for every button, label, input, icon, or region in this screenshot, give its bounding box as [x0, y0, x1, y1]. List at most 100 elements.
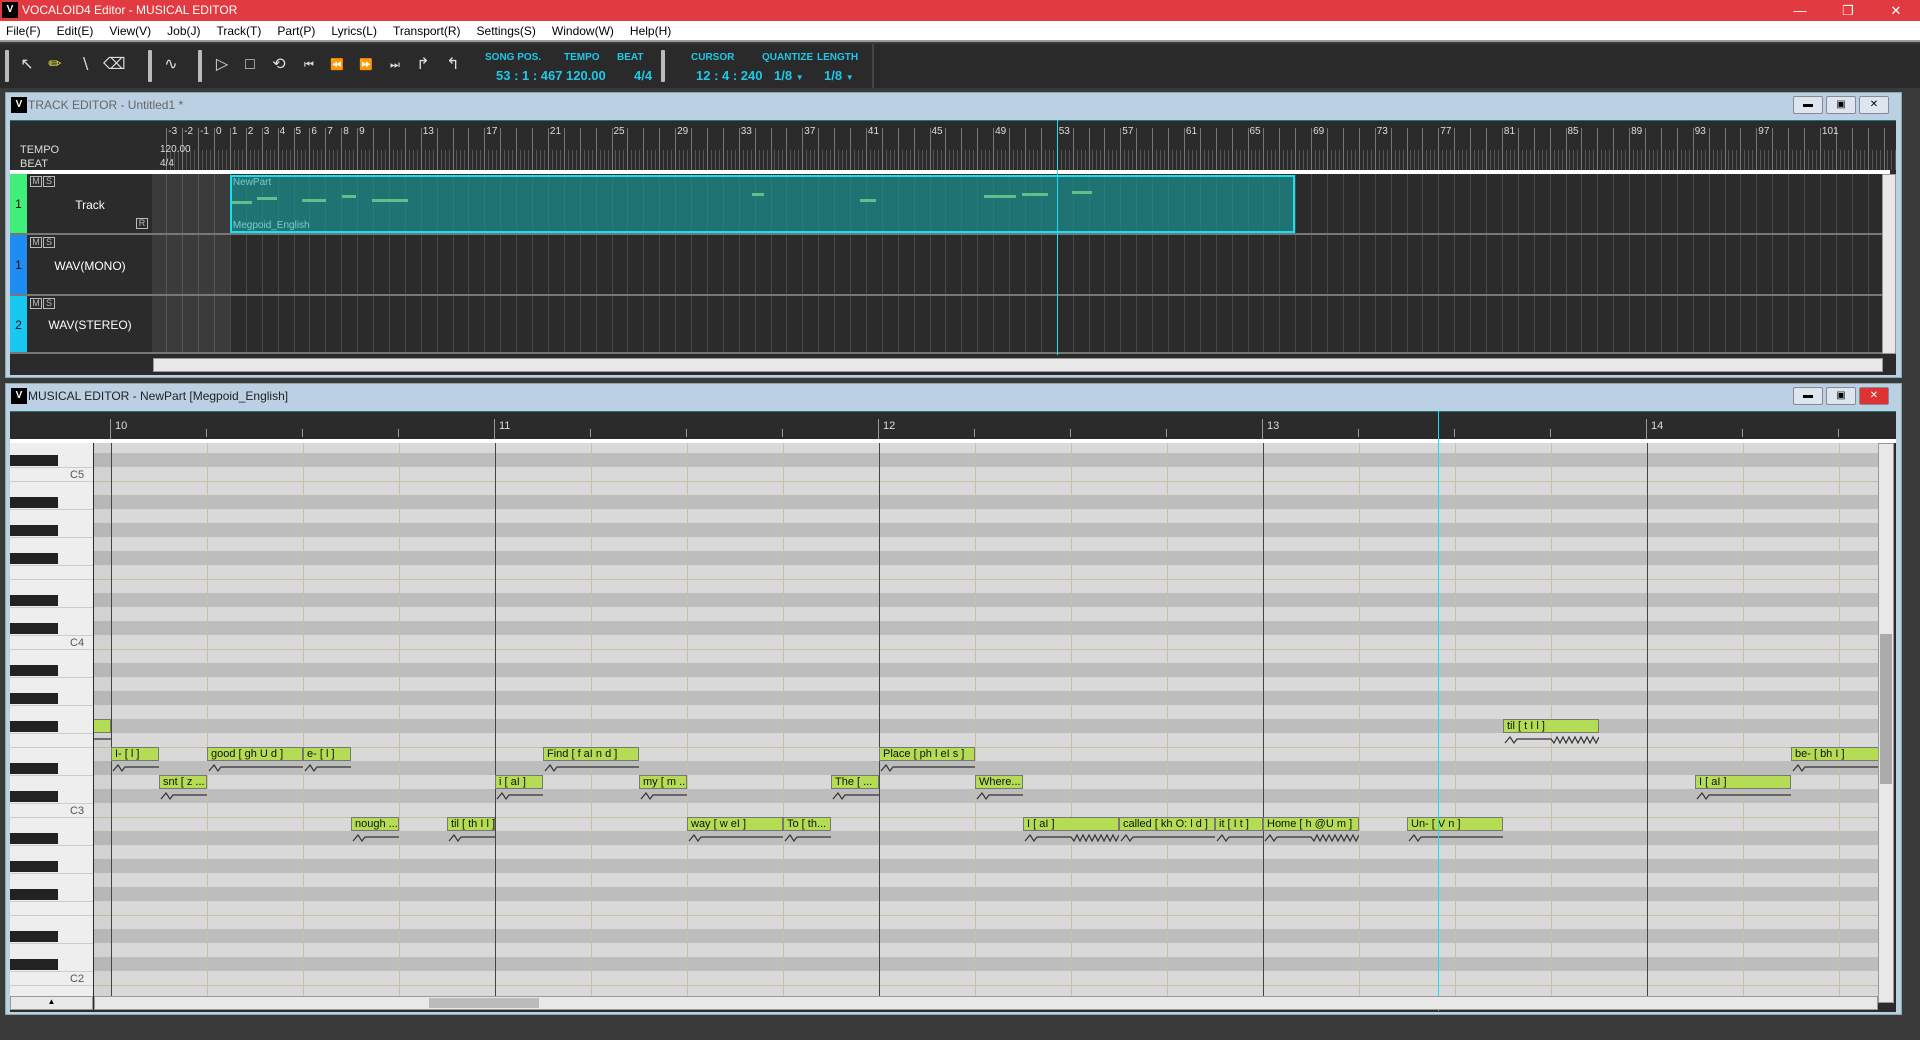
- pitch-curve[interactable]: [639, 791, 687, 801]
- solo-button[interactable]: S: [43, 176, 55, 187]
- black-key[interactable]: [10, 693, 58, 704]
- note[interactable]: I [ aI ]: [1695, 775, 1791, 789]
- black-key[interactable]: [10, 623, 58, 634]
- note[interactable]: be- [ bh I ]: [1791, 747, 1878, 761]
- black-key[interactable]: [10, 553, 58, 564]
- track-vertical-scrollbar[interactable]: [1882, 174, 1896, 354]
- note[interactable]: e- [ l ]: [303, 747, 351, 761]
- vibrato-curve[interactable]: [1263, 833, 1359, 843]
- note[interactable]: Where...: [975, 775, 1023, 789]
- quantize-dropdown[interactable]: 1/8 ▼: [774, 68, 804, 83]
- toolbar-grip[interactable]: [148, 50, 152, 82]
- zoom-up-icon[interactable]: ▲: [10, 996, 93, 1010]
- pitch-curve[interactable]: [543, 763, 639, 773]
- note[interactable]: my [ m ...: [639, 775, 687, 789]
- toolbar-grip[interactable]: [661, 50, 665, 82]
- mute-button[interactable]: M: [30, 237, 42, 248]
- menu-item-edit[interactable]: Edit(E): [57, 24, 94, 38]
- black-key[interactable]: [10, 861, 58, 872]
- black-key[interactable]: [10, 665, 58, 676]
- menu-item-window[interactable]: Window(W): [552, 24, 614, 38]
- menu-item-settings[interactable]: Settings(S): [477, 24, 536, 38]
- restore-icon[interactable]: ▣: [1826, 387, 1856, 405]
- note[interactable]: I- [ l ]: [111, 747, 159, 761]
- vibrato-curve[interactable]: [1503, 735, 1599, 745]
- track-ruler[interactable]: -3 -2 -1 0 1 2 3 4 5 6 7 8 9 13 17 21 25 29 33 37 41 45 49 53 57…: [10, 120, 1897, 172]
- solo-button[interactable]: S: [43, 237, 55, 248]
- black-key[interactable]: [10, 721, 58, 732]
- pitch-curve[interactable]: [831, 791, 879, 801]
- note[interactable]: Find [ f aI n d ]: [543, 747, 639, 761]
- eraser-icon[interactable]: ⌫: [103, 54, 126, 76]
- goto-end-icon[interactable]: ⏭: [384, 54, 406, 76]
- note[interactable]: i [ aI ]: [495, 775, 543, 789]
- rewind-icon[interactable]: ⏪: [326, 54, 348, 76]
- black-key[interactable]: [10, 931, 58, 942]
- pitch-curve[interactable]: [783, 833, 831, 843]
- toolbar-grip[interactable]: [5, 50, 9, 82]
- toolbar-grip[interactable]: [198, 50, 202, 82]
- play-icon[interactable]: ▷: [211, 54, 233, 76]
- black-key[interactable]: [10, 833, 58, 844]
- note[interactable]: good [ gh U d ]: [207, 747, 303, 761]
- minimize-icon[interactable]: ▬: [1793, 387, 1823, 405]
- note[interactable]: way [ w eI ]: [687, 817, 783, 831]
- pitch-curve[interactable]: [879, 763, 975, 773]
- pitch-curve[interactable]: [687, 833, 783, 843]
- note[interactable]: [94, 719, 111, 733]
- menu-item-lyrics[interactable]: Lyrics(L): [331, 24, 377, 38]
- note[interactable]: til [ th I l ]: [447, 817, 495, 831]
- pencil-icon[interactable]: ✏: [44, 54, 66, 76]
- track-horizontal-scrollbar[interactable]: [153, 358, 1883, 372]
- loop-icon[interactable]: ⟲: [268, 54, 290, 76]
- menu-item-track[interactable]: Track(T): [217, 24, 262, 38]
- menu-item-file[interactable]: File(F): [6, 24, 41, 38]
- pitch-curve[interactable]: [111, 763, 159, 773]
- playhead[interactable]: [1438, 411, 1439, 1011]
- menu-item-view[interactable]: View(V): [109, 24, 151, 38]
- menu-item-transport[interactable]: Transport(R): [393, 24, 461, 38]
- horizontal-scrollbar[interactable]: [94, 996, 1878, 1010]
- vibrato-curve[interactable]: [1023, 833, 1119, 843]
- pitch-curve[interactable]: [1695, 791, 1791, 801]
- minimize-icon[interactable]: —: [1780, 0, 1820, 21]
- black-key[interactable]: [10, 791, 58, 802]
- beat-value[interactable]: 4/4: [160, 158, 174, 169]
- pitch-curve[interactable]: [159, 791, 207, 801]
- tempo-value[interactable]: 120.00: [566, 68, 606, 83]
- black-key[interactable]: [10, 889, 58, 900]
- restore-icon[interactable]: ▣: [1826, 96, 1856, 114]
- mute-button[interactable]: M: [30, 176, 42, 187]
- playhead[interactable]: [1056, 120, 1058, 355]
- black-key[interactable]: [10, 959, 58, 970]
- pitch-curve[interactable]: [303, 763, 351, 773]
- note[interactable]: called [ kh O: l d ]: [1119, 817, 1215, 831]
- pitch-curve[interactable]: [975, 791, 1023, 801]
- menu-item-part[interactable]: Part(P): [277, 24, 315, 38]
- scroll-thumb[interactable]: [429, 998, 539, 1008]
- black-key[interactable]: [10, 455, 58, 466]
- close-icon[interactable]: ✕: [1876, 0, 1916, 21]
- note[interactable]: I [ aI ]: [1023, 817, 1119, 831]
- stop-icon[interactable]: □: [239, 54, 261, 76]
- tempo-value[interactable]: 120.00: [160, 144, 191, 155]
- pitch-curve[interactable]: [207, 763, 303, 773]
- black-key[interactable]: [10, 763, 58, 774]
- menu-item-job[interactable]: Job(J): [167, 24, 200, 38]
- pitch-curve[interactable]: [1119, 833, 1215, 843]
- pitch-curve[interactable]: [1407, 833, 1503, 843]
- fast-forward-icon[interactable]: ⏩: [355, 54, 377, 76]
- black-key[interactable]: [10, 595, 58, 606]
- part-block[interactable]: NewPart Megpoid_English: [229, 175, 1296, 233]
- beat-value[interactable]: 4/4: [634, 68, 652, 83]
- vertical-scrollbar[interactable]: [1878, 443, 1894, 1003]
- note[interactable]: To [ th...: [783, 817, 831, 831]
- note[interactable]: snt [ z ...: [159, 775, 207, 789]
- start-marker-icon[interactable]: ↱: [412, 54, 434, 76]
- note[interactable]: Place [ ph l eI s ]: [879, 747, 975, 761]
- black-key[interactable]: [10, 497, 58, 508]
- measure-ruler[interactable]: 10 11 12 13 14: [93, 411, 1878, 440]
- note[interactable]: The [ ...: [831, 775, 879, 789]
- piano-roll-grid[interactable]: I- [ l ] snt [ z ... good [ gh U d ] e- [ l…: [94, 443, 1878, 1003]
- pitch-curve[interactable]: [94, 735, 111, 745]
